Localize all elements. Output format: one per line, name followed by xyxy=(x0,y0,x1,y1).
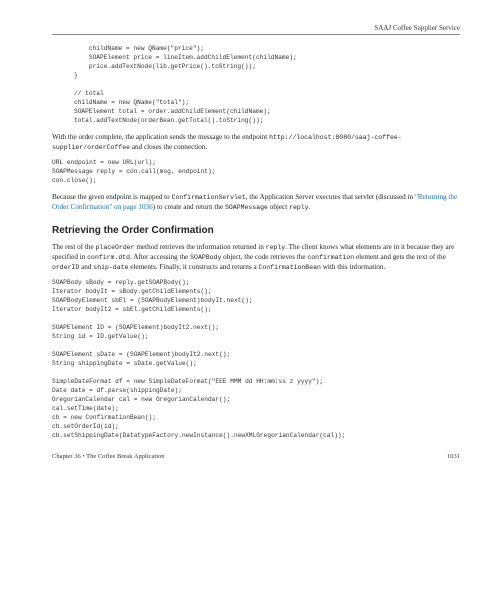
para3-confirmationbean: ConfirmationBean xyxy=(258,264,320,271)
header-rule xyxy=(52,34,460,35)
code-block-2: URL endpoint = new URL(url); SOAPMessage… xyxy=(52,159,460,186)
para1-text-c: and closes the connection. xyxy=(130,143,207,151)
paragraph-3: The rest of the placeOrder method retrie… xyxy=(52,242,460,273)
footer-chapter: Chapter 36 • The Coffee Break Applicatio… xyxy=(52,453,165,460)
para3-confirmation: confirmation xyxy=(307,254,354,261)
page-footer: Chapter 36 • The Coffee Break Applicatio… xyxy=(52,453,460,460)
para2-text-h: . xyxy=(309,203,311,211)
para3-soapbody: SOAPBody xyxy=(190,254,221,261)
para3-reply: reply xyxy=(266,244,286,251)
para3-q: with this information. xyxy=(321,263,385,271)
code-block-3: SOAPBody sBody = reply.getSOAPBody(); It… xyxy=(52,279,460,441)
paragraph-1: With the order complete, the application… xyxy=(52,132,460,153)
para3-placeorder: placeOrder xyxy=(96,244,135,251)
para2-reply: reply xyxy=(289,204,309,211)
para3-shipdate: ship-date xyxy=(93,264,128,271)
para2-text-a: Because the given endpoint is mapped to xyxy=(52,193,172,201)
section-heading: Retrieving the Order Confirmation xyxy=(52,225,460,236)
para2-text-d: ) to create and return the xyxy=(153,203,225,211)
para3-k: element and gets the text of the xyxy=(354,253,446,261)
para2-soapmessage: SOAPMessage xyxy=(225,204,268,211)
para3-a: The rest of the xyxy=(52,243,96,251)
para1-text-a: With the order complete, the application… xyxy=(52,133,269,141)
code-block-1: childName = new QName("price"); SOAPElem… xyxy=(52,45,460,126)
para2-servlet: ConfirmationServlet xyxy=(172,194,246,201)
para3-m: and xyxy=(79,263,93,271)
para3-confirmdtd: confirm.dtd xyxy=(87,254,130,261)
para3-o: elements. Finally, it constructs and ret… xyxy=(128,263,258,271)
para3-i: object, the code retrieves the xyxy=(221,253,307,261)
paragraph-2: Because the given endpoint is mapped to … xyxy=(52,192,460,213)
para3-orderid: orderID xyxy=(52,264,79,271)
page-header-title: SAAJ Coffee Supplier Service xyxy=(52,24,460,32)
footer-page-number: 1031 xyxy=(447,453,460,460)
para2-text-c: , the Application Server executes that s… xyxy=(246,193,415,201)
para2-text-f: object xyxy=(268,203,289,211)
para3-c: method retrieves the information returne… xyxy=(135,243,266,251)
para3-g: . After accessing the xyxy=(130,253,190,261)
